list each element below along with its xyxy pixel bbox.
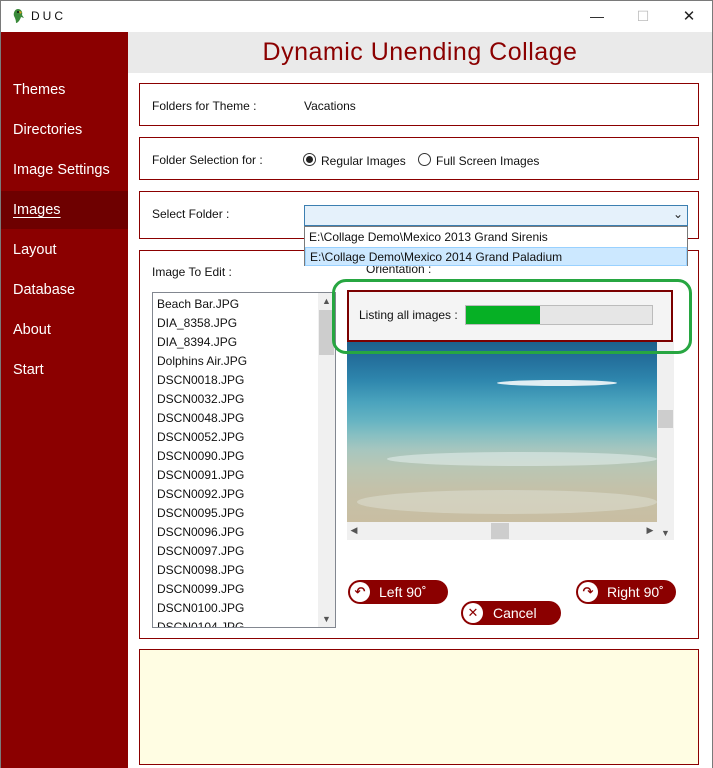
file-list-item[interactable]: DSCN0099.JPG [157, 580, 244, 599]
parrot-icon [13, 9, 24, 23]
file-list-item[interactable]: DSCN0048.JPG [157, 409, 244, 428]
file-list-item[interactable]: Dolphins Air.JPG [157, 352, 247, 371]
preview-scroll-left-icon[interactable]: ◀ [347, 525, 361, 536]
file-list-item[interactable]: DSCN0096.JPG [157, 523, 244, 542]
full-screen-images-label[interactable]: Full Screen Images [436, 154, 539, 168]
file-list-item[interactable]: DSCN0091.JPG [157, 466, 244, 485]
rotate-right-icon: ↷ [578, 582, 598, 602]
regular-images-radio[interactable] [303, 153, 316, 166]
sidebar-item-about[interactable]: About [1, 311, 128, 349]
image-file-list[interactable]: Beach Bar.JPG DIA_8358.JPG DIA_8394.JPG Dol… [152, 292, 336, 628]
cancel-icon: ✕ [463, 603, 483, 623]
folders-for-theme-label: Folders for Theme : [152, 99, 257, 113]
theme-name-value: Vacations [304, 99, 356, 113]
image-to-edit-label: Image To Edit : [152, 265, 232, 279]
file-list-item[interactable]: DSCN0090.JPG [157, 447, 244, 466]
cancel-label: Cancel [493, 605, 537, 621]
wave-foam-2 [387, 452, 657, 466]
file-list-item[interactable]: DSCN0098.JPG [157, 561, 244, 580]
select-folder-label: Select Folder : [152, 207, 230, 221]
file-list-item[interactable]: DSCN0092.JPG [157, 485, 244, 504]
sidebar-item-image-settings[interactable]: Image Settings [1, 151, 128, 189]
title-bar[interactable]: DUC — ☐ ✕ [1, 1, 712, 32]
file-list-item[interactable]: DSCN0032.JPG [157, 390, 244, 409]
main-content: Dynamic Unending Collage Folders for The… [128, 32, 712, 768]
rotate-right-label: Right 90˚ [607, 584, 664, 600]
folder-selection-label: Folder Selection for : [152, 153, 263, 167]
wave-foam [497, 380, 617, 386]
preview-vscrollbar[interactable]: ▼ [657, 340, 674, 540]
file-list-item[interactable]: DSCN0104.JPG [157, 618, 244, 627]
callout-highlight [332, 279, 692, 354]
cancel-button[interactable]: ✕ Cancel [461, 601, 561, 625]
folder-selection-panel: Folder Selection for : Regular Images Fu… [139, 137, 699, 180]
folder-option-highlighted[interactable]: E:\Collage Demo\Mexico 2014 Grand Paladi… [305, 247, 687, 266]
scroll-down-icon[interactable]: ▼ [318, 614, 335, 624]
rotate-left-label: Left 90˚ [379, 584, 427, 600]
preview-hscroll-thumb[interactable] [491, 523, 509, 539]
maximize-button[interactable]: ☐ [620, 1, 666, 32]
folder-dropdown-list[interactable]: E:\Collage Demo\Mexico 2013 Grand Sireni… [304, 226, 688, 266]
sidebar-item-themes[interactable]: Themes [1, 71, 128, 109]
sidebar-item-layout[interactable]: Layout [1, 231, 128, 269]
preview-hscrollbar[interactable]: ◀ ▶ [347, 522, 657, 540]
beach-photo [347, 340, 657, 522]
rotate-left-icon: ↶ [350, 582, 370, 602]
file-list-item[interactable]: DSCN0095.JPG [157, 504, 244, 523]
sidebar-item-directories[interactable]: Directories [1, 111, 128, 149]
file-list-item[interactable]: DIA_8394.JPG [157, 333, 237, 352]
sidebar: Themes Directories Image Settings Images… [1, 32, 128, 768]
folder-option[interactable]: E:\Collage Demo\Mexico 2013 Grand Sireni… [305, 228, 687, 247]
sidebar-item-images[interactable]: Images [1, 191, 128, 229]
rotate-right-button[interactable]: ↷ Right 90˚ [576, 580, 676, 604]
file-list-item[interactable]: DIA_8358.JPG [157, 314, 237, 333]
image-preview [347, 340, 657, 522]
select-folder-combobox[interactable]: ⌄ [304, 205, 688, 226]
preview-scroll-right-icon[interactable]: ▶ [643, 525, 657, 536]
chevron-down-icon[interactable]: ⌄ [673, 207, 683, 221]
message-area [139, 649, 699, 765]
preview-scroll-down-icon[interactable]: ▼ [657, 528, 674, 538]
app-window: DUC — ☐ ✕ Themes Directories Image Setti… [0, 0, 713, 768]
file-list-item[interactable]: Beach Bar.JPG [157, 295, 239, 314]
file-list-item[interactable]: DSCN0052.JPG [157, 428, 244, 447]
folders-for-theme-panel: Folders for Theme : Vacations [139, 83, 699, 126]
preview-vscroll-thumb[interactable] [658, 410, 673, 428]
close-button[interactable]: ✕ [666, 1, 712, 32]
regular-images-label[interactable]: Regular Images [321, 154, 406, 168]
full-screen-images-radio[interactable] [418, 153, 431, 166]
header: Dynamic Unending Collage [128, 32, 712, 73]
page-title: Dynamic Unending Collage [262, 38, 578, 66]
minimize-button[interactable]: — [574, 1, 620, 32]
wave-foam-3 [357, 490, 657, 514]
rotate-left-button[interactable]: ↶ Left 90˚ [348, 580, 448, 604]
window-title: DUC [31, 9, 66, 23]
file-list-item[interactable]: DSCN0018.JPG [157, 371, 244, 390]
sidebar-item-start[interactable]: Start [1, 351, 128, 389]
sidebar-item-database[interactable]: Database [1, 271, 128, 309]
file-list-item[interactable]: DSCN0097.JPG [157, 542, 244, 561]
file-list-item[interactable]: DSCN0100.JPG [157, 599, 244, 618]
